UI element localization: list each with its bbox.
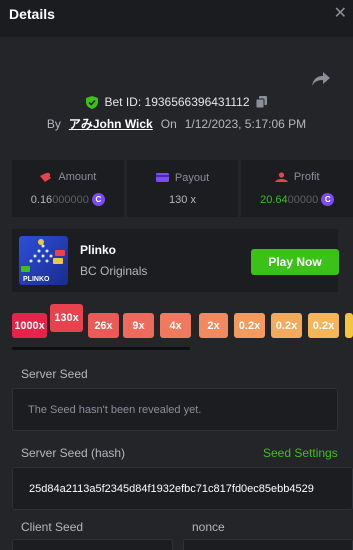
server-seed-label: Server Seed	[21, 367, 88, 381]
nonce-field[interactable]	[183, 539, 353, 550]
profit-value: 20.6400000	[260, 193, 319, 206]
multiplier-chip: 2x	[199, 313, 228, 338]
bet-id-row: Bet ID: 1936566396431112	[0, 95, 353, 109]
server-hash-field[interactable]: 25d84a2113a5f2345d84f1932efbc71c817fd0ec…	[12, 467, 353, 510]
server-hash-label: Server Seed (hash)	[21, 446, 126, 460]
client-seed-field[interactable]	[12, 539, 173, 550]
multiplier-chip: 4x	[160, 313, 191, 338]
multiplier-chip: 130x	[50, 304, 83, 332]
bet-id-label: Bet ID:	[104, 95, 142, 109]
shield-check-icon	[86, 95, 99, 109]
bet-id-value: 1936566396431112	[144, 95, 250, 109]
plinko-artwork: PLINKO	[21, 239, 65, 283]
multiplier-chip: 0.2x	[234, 313, 265, 338]
multiplier-scrollbar[interactable]	[12, 347, 190, 350]
bet-datetime: 1/12/2023, 5:17:06 PM	[184, 116, 307, 131]
coin-icon: C	[321, 193, 335, 206]
share-icon[interactable]	[311, 70, 331, 88]
multiplier-chip: 9x	[123, 313, 154, 338]
multiplier-chip: 0.2x	[271, 313, 302, 338]
header: Details ✕	[0, 0, 353, 27]
multiplier-strip[interactable]: 1000x 130x 26x 9x 4x 2x 0.2x 0.2x 0.2x	[12, 304, 353, 349]
stat-amount: Amount 0.16000000 C	[12, 160, 124, 217]
client-seed-label: Client Seed	[21, 520, 84, 534]
game-thumbnail[interactable]: PLINKO	[19, 236, 68, 285]
server-hash-value: 25d84a2113a5f2345d84f1932efbc71c817fd0ec…	[29, 482, 314, 495]
user-link[interactable]: アみJohn Wick	[69, 115, 153, 132]
bet-stats: Amount 0.16000000 C Payout 130 x Profit	[12, 160, 353, 217]
bet-byline: By アみJohn Wick On 1/12/2023, 5:17:06 PM	[0, 115, 353, 132]
server-seed-field: The Seed hasn't been revealed yet.	[12, 388, 338, 431]
thumb-title: PLINKO	[23, 276, 50, 283]
game-provider: BC Originals	[80, 264, 148, 278]
multiplier-chip-partial	[345, 313, 353, 338]
payout-value: 130 x	[169, 193, 196, 206]
game-card: PLINKO Plinko BC Originals Play Now	[12, 229, 339, 292]
play-now-button[interactable]: Play Now	[251, 249, 339, 275]
copy-icon[interactable]	[255, 96, 267, 108]
stat-profit: Profit 20.6400000 C	[241, 160, 353, 217]
seed-settings-link[interactable]: Seed Settings	[263, 446, 338, 460]
wallet-icon	[155, 173, 169, 182]
multiplier-chip: 26x	[88, 313, 119, 338]
by-label: By	[46, 116, 61, 131]
amount-value: 0.16000000	[30, 193, 89, 206]
profit-icon	[274, 171, 288, 182]
close-icon[interactable]: ✕	[334, 5, 347, 22]
profit-label: Profit	[293, 171, 320, 183]
coin-icon: C	[91, 193, 105, 206]
amount-label: Amount	[58, 171, 97, 183]
stat-payout: Payout 130 x	[126, 160, 239, 217]
multiplier-chip: 1000x	[12, 313, 47, 338]
on-label: On	[160, 116, 177, 131]
payout-label: Payout	[174, 171, 210, 184]
game-name: Plinko	[80, 243, 117, 257]
page-title: Details	[9, 5, 55, 22]
nonce-label: nonce	[192, 520, 225, 534]
coins-icon	[40, 172, 52, 182]
multiplier-chip: 0.2x	[308, 313, 339, 338]
server-seed-value: The Seed hasn't been revealed yet.	[28, 403, 202, 416]
